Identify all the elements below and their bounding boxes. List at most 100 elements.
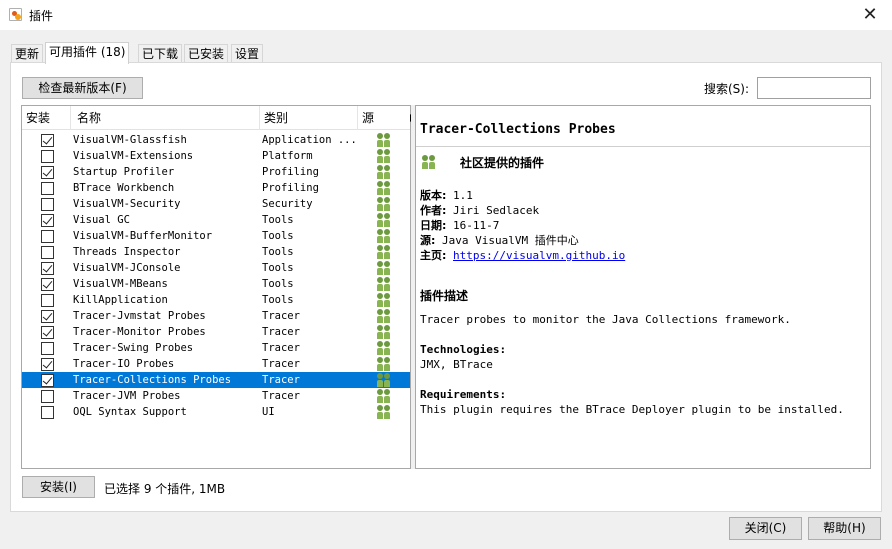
tab-installed[interactable]: 已安装 (184, 44, 229, 63)
install-checkbox[interactable] (41, 230, 54, 243)
app-icon (9, 8, 22, 21)
table-row[interactable]: VisualVM-JConsole Tools (22, 260, 410, 276)
table-row[interactable]: Tracer-Monitor Probes Tracer (22, 324, 410, 340)
checkmark-icon (42, 374, 53, 385)
detail-author: 作者: Jiri Sedlacek (420, 204, 540, 217)
tab-downloaded[interactable]: 已下载 (138, 44, 183, 63)
description-text: Tracer probes to monitor the Java Collec… (420, 313, 791, 326)
table-row[interactable]: Threads Inspector Tools (22, 244, 410, 260)
search-input[interactable] (757, 77, 871, 99)
detail-source: 源: Java VisualVM 插件中心 (420, 234, 579, 247)
checkmark-icon (42, 310, 53, 321)
tab-updates[interactable]: 更新 (11, 44, 44, 63)
install-checkbox[interactable] (41, 374, 54, 387)
plugin-name: VisualVM-BufferMonitor (73, 230, 213, 242)
install-button[interactable]: 安装(I) (22, 476, 95, 498)
plugin-category: Tracer (262, 342, 300, 354)
table-row[interactable]: VisualVM-Glassfish Application ... (22, 132, 410, 148)
header-source[interactable]: 源 (358, 106, 410, 130)
technologies-text: JMX, BTrace (420, 358, 493, 371)
plugin-name: Startup Profiler (73, 166, 175, 178)
community-people-icon (376, 276, 394, 292)
checkmark-icon (42, 166, 53, 177)
table-row[interactable]: Visual GC Tools (22, 212, 410, 228)
table-row[interactable]: BTrace Workbench Profiling (22, 180, 410, 196)
install-checkbox[interactable] (41, 326, 54, 339)
technologies-heading: Technologies: (420, 343, 507, 356)
detail-date: 日期: 16-11-7 (420, 219, 500, 232)
plugin-category: Tools (262, 262, 294, 274)
plugin-name: OQL Syntax Support (73, 406, 187, 418)
table-row[interactable]: VisualVM-MBeans Tools (22, 276, 410, 292)
plugin-name: VisualVM-Glassfish (73, 134, 187, 146)
plugin-name: Threads Inspector (73, 246, 181, 258)
plugin-name: VisualVM-JConsole (73, 262, 181, 274)
plugin-category: Profiling (262, 182, 319, 194)
header-install[interactable]: 安装 (22, 106, 71, 130)
install-checkbox[interactable] (41, 150, 54, 163)
table-row[interactable]: VisualVM-Extensions Platform (22, 148, 410, 164)
community-people-icon (376, 388, 394, 404)
requirements-text: This plugin requires the BTrace Deployer… (420, 403, 844, 416)
plugin-category: Security (262, 198, 313, 210)
checkmark-icon (42, 134, 53, 145)
plugin-category: Platform (262, 150, 313, 162)
table-row[interactable]: Startup Profiler Profiling (22, 164, 410, 180)
install-checkbox[interactable] (41, 198, 54, 211)
install-checkbox[interactable] (41, 390, 54, 403)
plugin-category: Tracer (262, 390, 300, 402)
window-close-button[interactable]: ✕ (848, 0, 892, 30)
install-checkbox[interactable] (41, 214, 54, 227)
install-checkbox[interactable] (41, 358, 54, 371)
plugin-category: UI (262, 406, 275, 418)
table-row[interactable]: VisualVM-BufferMonitor Tools (22, 228, 410, 244)
plugin-category: Tools (262, 294, 294, 306)
table-row[interactable]: KillApplication Tools (22, 292, 410, 308)
search-label: 搜索(S): (704, 82, 750, 96)
help-button[interactable]: 帮助(H) (808, 517, 881, 540)
checkmark-icon (42, 358, 53, 369)
install-checkbox[interactable] (41, 310, 54, 323)
plugin-category: Profiling (262, 166, 319, 178)
install-checkbox[interactable] (41, 294, 54, 307)
table-row[interactable]: Tracer-JVM Probes Tracer (22, 388, 410, 404)
checkmark-icon (42, 326, 53, 337)
plugin-category: Tracer (262, 326, 300, 338)
close-button[interactable]: 关闭(C) (729, 517, 802, 540)
header-name[interactable]: 名称 (71, 106, 260, 130)
install-checkbox[interactable] (41, 278, 54, 291)
description-heading: 插件描述 (420, 289, 469, 303)
plugin-name: KillApplication (73, 294, 168, 306)
table-row[interactable]: Tracer-IO Probes Tracer (22, 356, 410, 372)
plugin-name: BTrace Workbench (73, 182, 175, 194)
plugin-category: Tracer (262, 374, 300, 386)
install-checkbox[interactable] (41, 342, 54, 355)
install-checkbox[interactable] (41, 166, 54, 179)
tab-settings[interactable]: 设置 (231, 44, 264, 63)
plugin-name: Tracer-JVM Probes (73, 390, 181, 402)
install-checkbox[interactable] (41, 246, 54, 259)
community-people-icon (376, 260, 394, 276)
table-row[interactable]: Tracer-Swing Probes Tracer (22, 340, 410, 356)
homepage-link[interactable]: https://visualvm.github.io (453, 249, 625, 262)
community-people-icon (376, 324, 394, 340)
requirements-heading: Requirements: (420, 388, 507, 401)
plugin-category: Tracer (262, 310, 300, 322)
install-checkbox[interactable] (41, 182, 54, 195)
install-checkbox[interactable] (41, 134, 54, 147)
community-people-icon (376, 292, 394, 308)
table-row[interactable]: Tracer-Jvmstat Probes Tracer (22, 308, 410, 324)
plugin-name: Tracer-Jvmstat Probes (73, 310, 206, 322)
install-checkbox[interactable] (41, 262, 54, 275)
table-row[interactable]: OQL Syntax Support UI (22, 404, 410, 420)
window-title: 插件 (29, 9, 54, 23)
community-people-icon (376, 228, 394, 244)
install-checkbox[interactable] (41, 406, 54, 419)
table-body: VisualVM-Glassfish Application ... VisualV… (22, 132, 410, 420)
table-row[interactable]: Tracer-Collections Probes Tracer (22, 372, 410, 388)
tab-available-plugins[interactable]: 可用插件 (18) (45, 42, 130, 64)
table-row[interactable]: VisualVM-Security Security (22, 196, 410, 212)
header-category[interactable]: 类别 (260, 106, 358, 130)
plugin-name: Tracer-Monitor Probes (73, 326, 206, 338)
check-latest-button[interactable]: 检查最新版本(F) (22, 77, 143, 99)
